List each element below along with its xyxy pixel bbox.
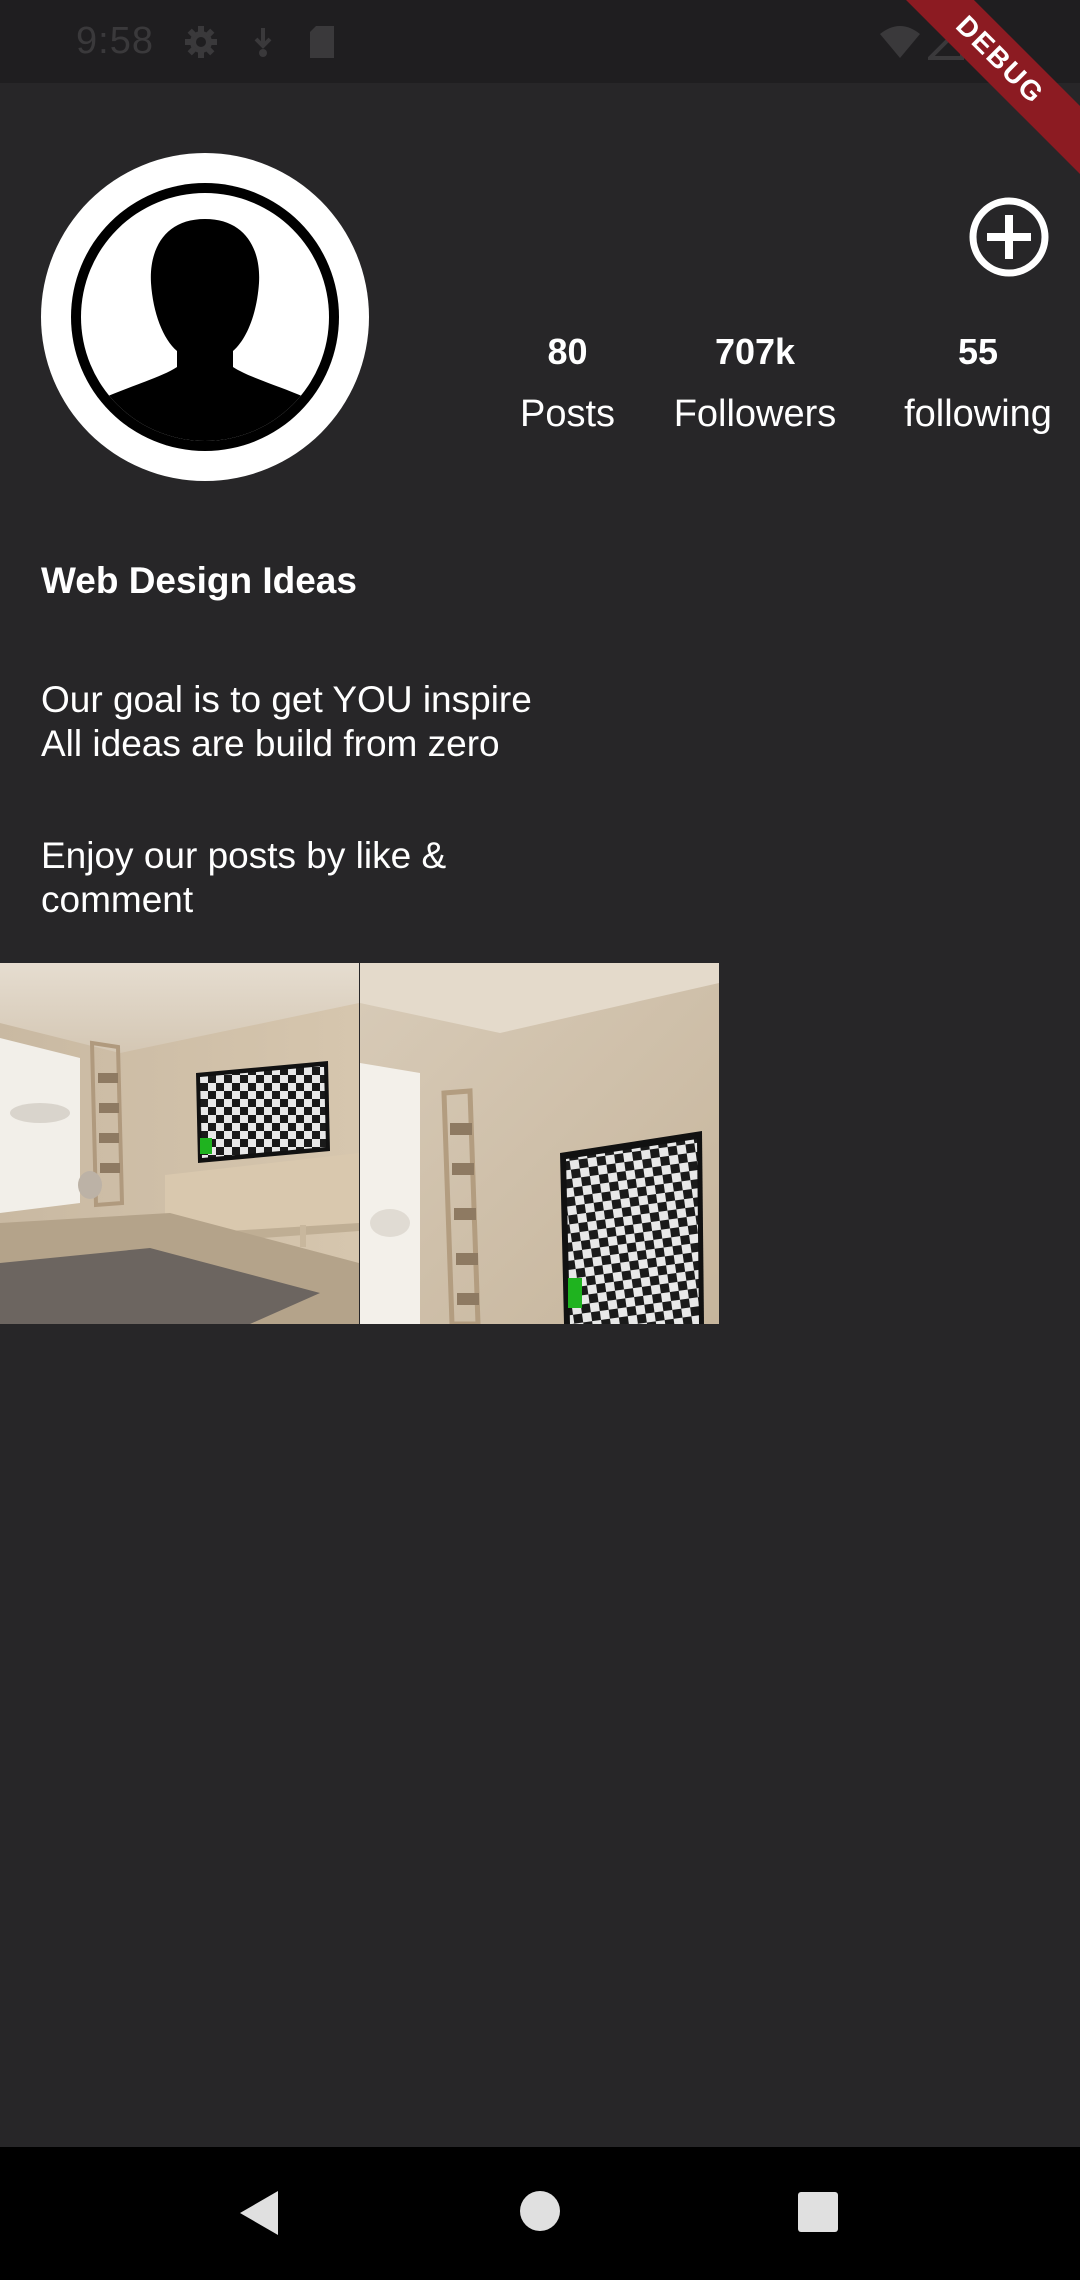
download-icon — [248, 24, 278, 65]
bio-paragraph-1: Our goal is to get YOU inspire All ideas… — [41, 678, 601, 766]
avatar[interactable] — [41, 153, 369, 481]
posts-count: 80 — [547, 331, 588, 372]
followers-count: 707k — [714, 331, 796, 372]
living-room-tv-photo — [0, 963, 359, 1324]
bio-line: Enjoy our posts by like & — [41, 835, 447, 876]
stat-posts[interactable]: 80 Posts — [500, 325, 635, 445]
wifi-icon — [878, 24, 922, 65]
home-icon[interactable] — [518, 2189, 562, 2238]
profile-name: Web Design Ideas — [41, 560, 357, 601]
bio-paragraph-2: Enjoy our posts by like & comment — [41, 834, 601, 922]
user-silhouette-icon — [71, 183, 339, 451]
post-thumbnail-1[interactable] — [0, 963, 359, 1324]
bio-line: All ideas are build from zero — [41, 723, 500, 764]
status-time: 9:58 — [76, 20, 154, 62]
attic-room-tv-photo — [360, 963, 719, 1324]
recents-icon[interactable] — [797, 2191, 839, 2238]
sd-card-icon — [306, 24, 338, 65]
stat-followers[interactable]: 707k Followers — [660, 325, 850, 445]
bio-line: comment — [41, 879, 194, 920]
plus-circle-icon — [969, 197, 1049, 277]
post-thumbnail-2[interactable] — [360, 963, 719, 1324]
settings-icon — [183, 24, 219, 65]
following-count: 55 — [957, 331, 999, 372]
stat-following[interactable]: 55 following — [893, 325, 1063, 445]
profile-screen: 9:58 DEBUG 80 Posts 707k Followers 55 fo… — [0, 0, 1080, 2280]
back-icon[interactable] — [236, 2187, 282, 2244]
system-nav-bar — [0, 2147, 1080, 2280]
bio-line: Our goal is to get YOU inspire — [41, 679, 532, 720]
add-post-button[interactable] — [967, 195, 1051, 279]
followers-label: Followers — [673, 393, 837, 435]
following-label: following — [904, 393, 1052, 435]
posts-label: Posts — [519, 393, 616, 435]
